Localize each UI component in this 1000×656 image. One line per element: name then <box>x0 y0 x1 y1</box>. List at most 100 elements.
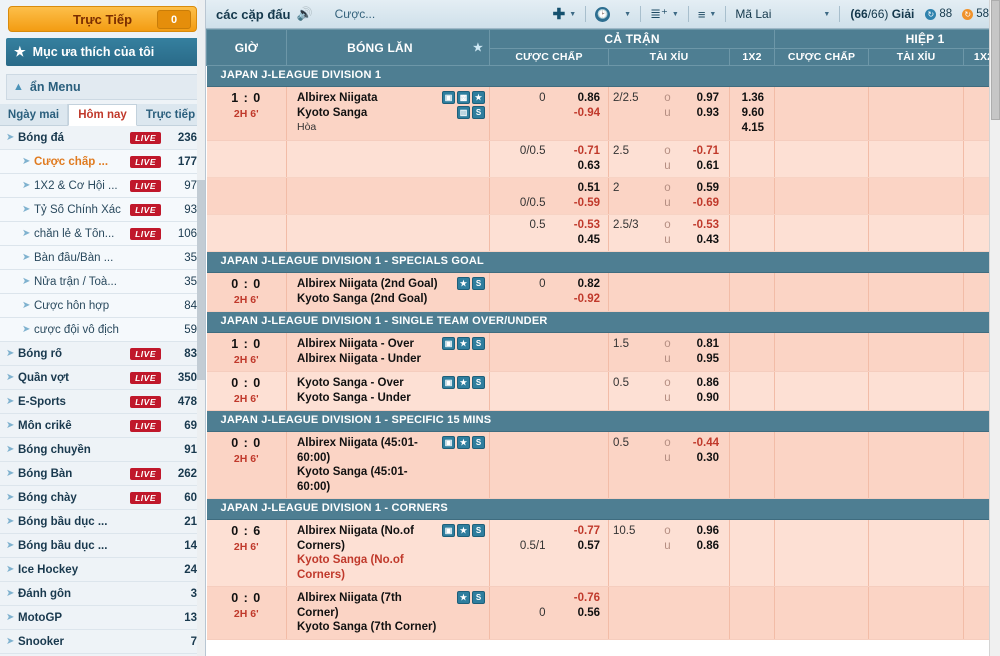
sort-button[interactable]: ≣⁺ ▼ <box>645 4 684 24</box>
tab-today[interactable]: Hôm nay <box>68 104 137 126</box>
live-banner[interactable]: Trực Tiếp 0 <box>8 6 197 32</box>
odds-value[interactable]: -0.44 <box>677 436 719 451</box>
ft-ou-odds-cell[interactable]: 0.86 0.90 <box>676 371 730 411</box>
s-icon[interactable]: S <box>472 337 485 350</box>
match-row[interactable]: 0 : 0 2H 6' Albirex Niigata (7th Corner) Ky… <box>206 586 1000 640</box>
hide-menu-button[interactable]: ▲ ẩn Menu <box>6 74 199 100</box>
star-icon[interactable]: ★ <box>472 91 485 104</box>
h1-handicap-cell[interactable] <box>774 177 870 215</box>
ft-ou-line-cell[interactable] <box>608 272 659 312</box>
sidebar-item-13[interactable]: ➤ Bóng chuyền 91 <box>0 438 205 462</box>
h1-ou-cell[interactable] <box>868 214 965 252</box>
pitch-icon[interactable]: ▩ <box>457 91 470 104</box>
sidebar-item-1[interactable]: ➤ Cược chấp ... LIVE 177 <box>0 150 205 174</box>
odds-value[interactable]: 0.61 <box>677 159 719 174</box>
th-h1-overunder[interactable]: TÀI XỈU <box>868 48 965 66</box>
star-icon[interactable]: ★ <box>457 277 470 290</box>
ft-handicap-line-cell[interactable]: x0.5/1 <box>489 519 552 587</box>
h1-ou-cell[interactable] <box>868 332 965 372</box>
odds-value[interactable]: 0.30 <box>677 451 719 466</box>
odds-value[interactable]: 0.90 <box>677 391 719 406</box>
extra-odds-row[interactable]: 0/0.5 -0.71 0.63 2.5 o u -0.71 0.61 <box>206 140 1000 178</box>
blue-counter[interactable]: ↻ 88 <box>920 8 957 20</box>
sidebar-item-3[interactable]: ➤ Tỷ Số Chính Xác LIVE 93 <box>0 198 205 222</box>
odds-value[interactable]: 0.56 <box>552 606 600 621</box>
sidebar-item-4[interactable]: ➤ chẵn lẻ & Tổn... LIVE 106 <box>0 222 205 246</box>
odds-value[interactable]: 0.96 <box>677 524 719 539</box>
ft-1x2-cell[interactable] <box>729 272 776 312</box>
star-icon[interactable]: ★ <box>457 524 470 537</box>
h1-handicap-cell[interactable] <box>774 214 870 252</box>
tv-icon[interactable]: ▣ <box>442 524 455 537</box>
sidebar-item-21[interactable]: ➤ Snooker 7 <box>0 630 205 654</box>
main-scrollbar[interactable] <box>989 0 1000 656</box>
odds-value[interactable]: 0.45 <box>552 233 600 248</box>
ft-ou-line-cell[interactable]: 10.5 <box>608 519 659 587</box>
ft-ou-line-cell[interactable]: 2/2.5 <box>608 86 659 141</box>
extra-odds-row[interactable]: 0.5 -0.53 0.45 2.5/3 o u -0.53 0.43 <box>206 214 1000 252</box>
sidebar-scrollbar[interactable] <box>197 0 205 656</box>
ft-handicap-line-cell[interactable]: x0 <box>489 586 552 640</box>
odds-value[interactable]: -0.71 <box>552 144 600 159</box>
sidebar-item-17[interactable]: ➤ Bóng bầu dục ... 14 <box>0 534 205 558</box>
odds-value[interactable]: 0.95 <box>677 352 719 367</box>
sidebar-item-5[interactable]: ➤ Bàn đầu/Bàn ... 35 <box>0 246 205 270</box>
ft-ou-odds-cell[interactable]: -0.71 0.61 <box>676 140 730 178</box>
stats-icon[interactable]: ▥ <box>457 106 470 119</box>
th-ft-1x2[interactable]: 1X2 <box>728 48 776 66</box>
league-header-row[interactable]: JAPAN J-LEAGUE DIVISION 1 - SINGLE TEAM … <box>206 311 1000 333</box>
match-row[interactable]: 1 : 0 2H 6' Albirex Niigata Kyoto Sanga Hòa ▣… <box>206 86 1000 141</box>
ft-1x2-cell[interactable] <box>729 177 776 215</box>
odds-value[interactable]: 0.57 <box>552 539 600 554</box>
sidebar-item-15[interactable]: ➤ Bóng chày LIVE 60 <box>0 486 205 510</box>
h1-ou-cell[interactable] <box>868 431 965 499</box>
ft-handicap-line-cell[interactable]: x0/0.5 <box>489 177 552 215</box>
sidebar-item-7[interactable]: ➤ Cược hỗn hợp 84 <box>0 294 205 318</box>
sidebar-item-10[interactable]: ➤ Quần vợt LIVE 350 <box>0 366 205 390</box>
s-icon[interactable]: S <box>472 436 485 449</box>
ft-ou-odds-cell[interactable]: 0.59 -0.69 <box>676 177 730 215</box>
h1-handicap-cell[interactable] <box>774 140 870 178</box>
odds-value[interactable]: -0.94 <box>552 106 600 121</box>
ft-ou-line-cell[interactable] <box>608 586 659 640</box>
tab-tomorrow[interactable]: Ngày mai <box>0 104 68 125</box>
odds-value[interactable]: -0.77 <box>552 524 600 539</box>
time-filter-button[interactable]: 🕑 <box>590 4 615 24</box>
ft-handicap-odds-cell[interactable]: -0.77 0.57 <box>551 519 609 587</box>
ft-ou-odds-cell[interactable]: 0.97 0.93 <box>676 86 730 141</box>
ft-handicap-odds-cell[interactable]: 0.51 -0.59 <box>551 177 609 215</box>
ft-handicap-odds-cell[interactable] <box>551 332 609 372</box>
sidebar-item-14[interactable]: ➤ Bóng Bàn LIVE 262 <box>0 462 205 486</box>
tab-live[interactable]: Trực tiếp <box>137 104 205 125</box>
th-ft-overunder[interactable]: TÀI XỈU <box>608 48 730 66</box>
tv-icon[interactable]: ▣ <box>442 337 455 350</box>
ft-handicap-line-cell[interactable]: 0/0.5 <box>489 140 552 178</box>
ft-1x2-cell[interactable] <box>729 431 776 499</box>
h1-ou-cell[interactable] <box>868 140 965 178</box>
ft-handicap-odds-cell[interactable]: 0.82 -0.92 <box>551 272 609 312</box>
ft-1x2-cell[interactable] <box>729 586 776 640</box>
sidebar-item-11[interactable]: ➤ E-Sports LIVE 478 <box>0 390 205 414</box>
ft-ou-line-cell[interactable]: 2.5/3 <box>608 214 659 252</box>
ft-1x2-cell[interactable] <box>729 519 776 587</box>
odds-value[interactable]: -0.53 <box>552 218 600 233</box>
odds-value[interactable]: 4.15 <box>730 121 764 136</box>
extra-odds-row[interactable]: x0/0.50.51-0.592ou0.59-0.69 <box>206 177 1000 215</box>
add-button[interactable]: ✚ ▼ <box>548 4 582 24</box>
odds-value[interactable]: 1.36 <box>730 91 764 106</box>
match-row[interactable]: 0 : 0 2H 6' Albirex Niigata (45:01-60:00) K… <box>206 431 1000 499</box>
ft-1x2-cell[interactable]: 1.36 9.60 4.15 <box>729 86 776 141</box>
ft-handicap-line-cell[interactable]: 0 <box>489 86 552 141</box>
ft-1x2-cell[interactable] <box>729 140 776 178</box>
h1-ou-cell[interactable] <box>868 177 965 215</box>
h1-ou-cell[interactable] <box>868 86 965 141</box>
sidebar-item-16[interactable]: ➤ Bóng bầu dục ... 21 <box>0 510 205 534</box>
sidebar-item-18[interactable]: ➤ Ice Hockey 24 <box>0 558 205 582</box>
s-icon[interactable]: S <box>472 106 485 119</box>
ft-ou-line-cell[interactable]: 1.5 <box>608 332 659 372</box>
odds-value[interactable]: 0.86 <box>677 376 719 391</box>
th-match[interactable]: BÓNG LĂN ★ <box>286 29 490 66</box>
ft-ou-odds-cell[interactable]: -0.44 0.30 <box>676 431 730 499</box>
ft-ou-odds-cell[interactable] <box>676 272 730 312</box>
view-button[interactable]: ≡ ▼ <box>693 4 722 24</box>
